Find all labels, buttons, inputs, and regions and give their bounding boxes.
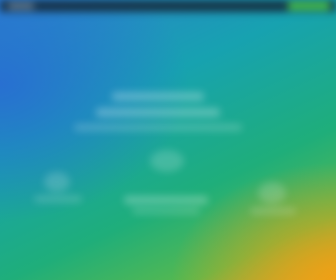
logo-icon[interactable] (8, 3, 34, 9)
cta-button[interactable] (288, 2, 330, 10)
feature-center-text (124, 196, 208, 204)
top-navigation-bar (0, 0, 336, 12)
center-emblem-icon (150, 150, 184, 172)
feature-left-icon (44, 172, 70, 192)
feature-right-icon (258, 182, 286, 204)
blurred-page (0, 0, 336, 280)
feature-center-subtext (132, 208, 200, 214)
headline-line-1 (112, 92, 204, 101)
feature-right-text (250, 208, 296, 214)
blurred-content (0, 0, 336, 280)
headline-line-2 (96, 108, 220, 117)
feature-left-text (34, 196, 82, 202)
headline-line-3 (74, 124, 242, 131)
